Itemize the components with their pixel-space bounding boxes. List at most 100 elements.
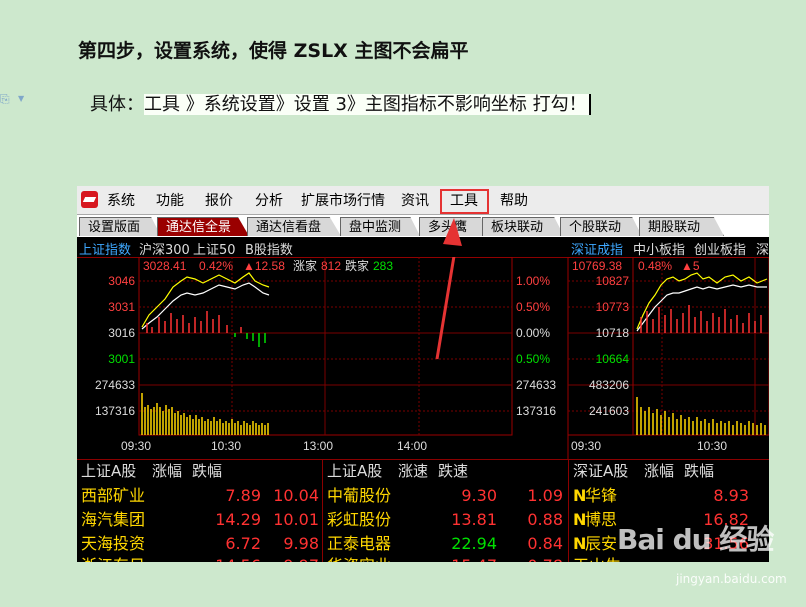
index-tab-sse50[interactable]: 上证50: [193, 239, 236, 258]
right-breadth-bars: [640, 305, 762, 333]
table-row[interactable]: 浙江东日 14.56 9.97: [77, 554, 322, 562]
index-tab-shenzhen-component[interactable]: 深证成指: [571, 239, 623, 258]
step-title: 第四步，设置系统，使得 ZSLX 主图不会扁平: [78, 40, 469, 62]
table-header: 深证A股: [573, 462, 629, 480]
stock-value: 10.04: [273, 486, 319, 505]
annotation-arrowhead: [443, 218, 462, 246]
layout-tabs: 设置版面 通达信全景 通达信看盘 盘中监测 多头鹰 板块联动 个股联动 期股联动: [77, 215, 769, 237]
table-header: 涨速: [398, 462, 429, 480]
right-axis-label: 274633: [516, 378, 556, 392]
index-tab-bar: 上证指数 沪深300 上证50 B股指数 深证成指 中小板指 创业板指 深: [77, 237, 769, 258]
index-tab-b-share[interactable]: B股指数: [245, 239, 293, 258]
index-tab-csi300[interactable]: 沪深300: [139, 239, 190, 258]
table-row[interactable]: 天海投资 6.72 9.98: [77, 532, 322, 556]
stock-value: 14.29: [215, 510, 261, 529]
right-volume-bars: [636, 397, 766, 435]
left-axis-label: 3001: [108, 352, 135, 366]
left-axis-label: 3031: [108, 300, 135, 314]
tab-market-watch[interactable]: 通达信看盘: [247, 217, 341, 236]
table-header: 涨幅: [152, 462, 183, 480]
stock-name: 浙江东日: [81, 554, 145, 562]
index-tab-chinext[interactable]: 创业板指: [694, 239, 746, 258]
instruction-highlight: 工具 》系统设置》设置 3》主图指标不影响坐标 打勾！: [144, 94, 591, 115]
table-row[interactable]: 正泰电器 22.94 0.84: [323, 532, 568, 556]
stock-name: 天山生: [573, 554, 621, 562]
stock-software-screenshot: 系统 功能 报价 分析 扩展市场行情 资讯 工具 帮助 设置版面 通达信全景 通…: [77, 186, 769, 562]
menu-bar: 系统 功能 报价 分析 扩展市场行情 资讯 工具 帮助: [77, 186, 769, 215]
time-label: 14:00: [397, 439, 427, 453]
left-axis-label: 3016: [108, 326, 135, 340]
stock-name: 华锋: [585, 486, 618, 505]
watermark-url: jingyan.baidu.com: [676, 572, 787, 586]
menu-analysis[interactable]: 分析: [255, 190, 283, 210]
stock-value: 6.72: [225, 534, 261, 553]
stock-name: 中葡股份: [327, 486, 392, 505]
left-breadth-bars: [146, 311, 266, 347]
chevron-down-icon[interactable]: ▼: [18, 94, 24, 103]
time-label: 09:30: [121, 439, 151, 453]
stock-value: 9.30: [461, 486, 497, 505]
intraday-charts: 3028.41 0.42% ▲12.58 涨家 812 跌家 283 3046 …: [95, 257, 769, 461]
instruction-prefix: 具体：: [90, 94, 144, 115]
left-price-line-yellow: [141, 272, 270, 328]
table-header: 涨幅: [644, 462, 675, 480]
table-row[interactable]: 中葡股份 9.30 1.09: [323, 484, 568, 508]
menu-help[interactable]: 帮助: [500, 190, 528, 210]
tab-layout-settings[interactable]: 设置版面: [79, 217, 161, 236]
stock-value: 9.98: [283, 534, 319, 553]
up-count: 812: [321, 259, 341, 273]
stock-value: 8.93: [713, 486, 749, 505]
tab-panorama[interactable]: 通达信全景: [157, 217, 249, 236]
stock-name: 彩虹股份: [327, 510, 392, 529]
table-row[interactable]: 彩虹股份 13.81 0.88: [323, 508, 568, 532]
stock-name: 天海投资: [81, 534, 146, 553]
stock-name: 华资实业: [327, 554, 391, 562]
paste-icon[interactable]: ⎘: [0, 92, 10, 107]
left-volume-bars: [141, 393, 269, 435]
stock-name: 正泰电器: [327, 534, 392, 553]
right-chart-axis-label: 241603: [589, 404, 629, 418]
stock-value: 13.81: [451, 510, 497, 529]
table-row[interactable]: 西部矿业 7.89 10.04: [77, 484, 322, 508]
menu-info[interactable]: 资讯: [401, 190, 429, 210]
left-price-line-white: [141, 282, 270, 330]
right-change: ▲5: [681, 259, 700, 273]
menu-extended-market[interactable]: 扩展市场行情: [301, 190, 385, 210]
baidu-watermark: Bai du 经验: [617, 523, 774, 556]
up-label: 涨家: [293, 258, 317, 273]
table-sh-gainers: 上证A股 涨幅 跌幅 西部矿业 7.89 10.04 海汽集团 14.29 10…: [77, 460, 322, 562]
tab-futures-linkage[interactable]: 期股联动: [639, 217, 724, 236]
tab-sector-linkage[interactable]: 板块联动: [482, 217, 564, 236]
table-row[interactable]: 华资实业 15.47 0.78: [323, 554, 568, 562]
annotation-arrow: [435, 257, 456, 360]
menu-function[interactable]: 功能: [156, 190, 184, 210]
tab-intraday-monitor[interactable]: 盘中监测: [340, 217, 420, 236]
stock-value: 10.01: [273, 510, 319, 529]
menu-quote[interactable]: 报价: [205, 190, 233, 210]
menu-system[interactable]: 系统: [107, 190, 135, 210]
right-axis-label: 0.00%: [516, 326, 550, 340]
index-tab-shanghai-composite[interactable]: 上证指数: [79, 239, 131, 258]
time-label: 09:30: [571, 439, 601, 453]
table-header: 跌幅: [192, 462, 223, 480]
stock-name: 博思: [585, 510, 618, 529]
right-chart-axis-label: 483206: [589, 378, 629, 392]
stock-name: 辰安: [585, 534, 618, 553]
table-row[interactable]: N 华锋 8.93: [569, 484, 769, 508]
table-header: 跌幅: [684, 462, 715, 480]
tab-stock-linkage[interactable]: 个股联动: [560, 217, 642, 236]
table-row[interactable]: 海汽集团 14.29 10.01: [77, 508, 322, 532]
tools-highlight-box: [440, 189, 489, 214]
table-header: 上证A股: [327, 462, 383, 480]
stock-value: 9.97: [255, 554, 319, 562]
left-pct: 0.42%: [199, 259, 233, 273]
stock-name: 西部矿业: [81, 486, 146, 505]
stock-value: 22.94: [451, 534, 497, 553]
index-tab-sme[interactable]: 中小板指: [633, 239, 685, 258]
table-sh-speed: 上证A股 涨速 跌速 中葡股份 9.30 1.09 彩虹股份 13.81 0.8…: [323, 460, 568, 562]
stock-value: 0.88: [527, 510, 563, 529]
table-header: 跌速: [438, 462, 469, 480]
index-tab-more[interactable]: 深: [756, 239, 769, 258]
time-label: 10:30: [697, 439, 727, 453]
right-chart-axis-label: 10827: [596, 274, 630, 288]
